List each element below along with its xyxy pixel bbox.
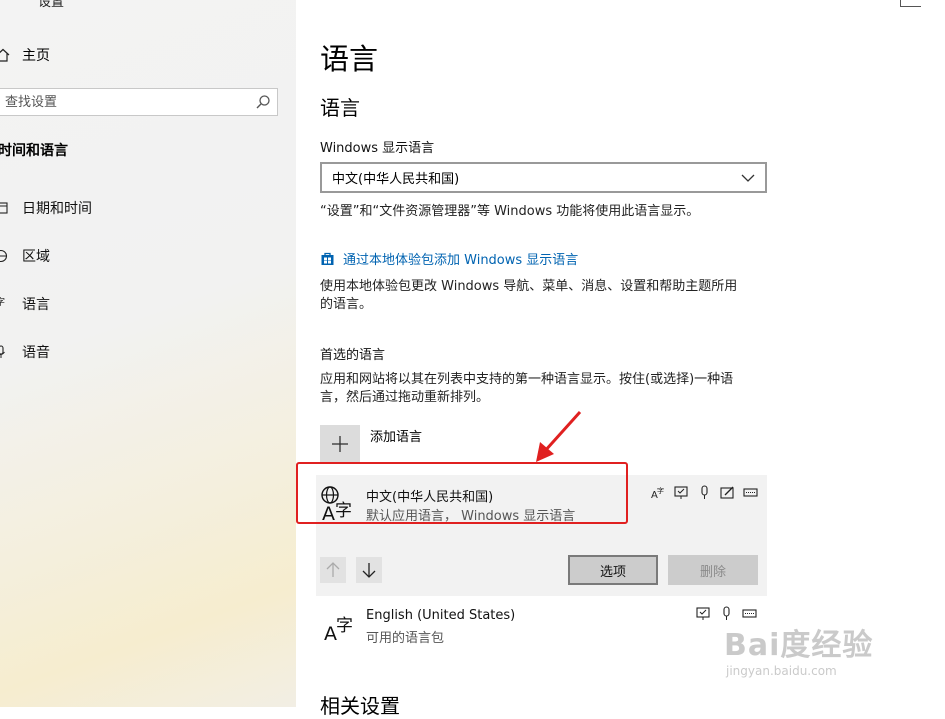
sidebar-item-region[interactable]: 区域 xyxy=(0,246,50,266)
preferred-desc-line-1: 应用和网站将以其在列表中支持的第一种语言显示。按住(或选择)一种语 xyxy=(320,372,734,387)
options-button[interactable]: 选项 xyxy=(568,555,658,585)
preferred-languages-label: 首选的语言 xyxy=(320,348,386,363)
handwriting-icon xyxy=(720,486,734,499)
sidebar-item-label: 主页 xyxy=(22,48,50,64)
arrow-up-icon xyxy=(326,562,340,577)
store-desc-line-1: 使用本地体验包更改 Windows 导航、菜单、消息、设置和帮助主题所用 xyxy=(320,279,738,294)
arrow-down-icon xyxy=(362,563,376,578)
language-detail: 可用的语言包 xyxy=(366,631,445,646)
keyboard-icon xyxy=(742,609,757,618)
store-desc-line-2: 的语言。 xyxy=(320,297,373,312)
search-box[interactable] xyxy=(0,88,278,116)
display-language-feature-icon: A字 xyxy=(651,486,664,500)
display-language-label: Windows 显示语言 xyxy=(320,141,435,156)
add-display-language-link[interactable]: 通过本地体验包添加 Windows 显示语言 xyxy=(320,249,578,268)
globe-icon xyxy=(0,249,8,263)
text-to-speech-icon xyxy=(674,486,688,499)
home-icon xyxy=(0,48,10,62)
section-title: 语言 xyxy=(320,96,360,120)
sidebar-item-label: 日期和时间 xyxy=(22,201,92,217)
main-content: 语言 语言 Windows 显示语言 中文(中华人民共和国) “设置”和“文件资… xyxy=(296,0,945,718)
sidebar-item-date-time[interactable]: 日期和时间 xyxy=(0,198,92,218)
sidebar-item-speech[interactable]: 语音 xyxy=(0,342,50,362)
microphone-icon xyxy=(0,345,5,358)
remove-button[interactable]: 删除 xyxy=(668,555,758,585)
dropdown-value: 中文(中华人民共和国) xyxy=(332,172,460,187)
language-name[interactable]: English (United States) xyxy=(366,608,515,623)
display-language-note: “设置”和“文件资源管理器”等 Windows 功能将使用此语言显示。 xyxy=(320,204,700,219)
svg-text:A: A xyxy=(322,503,335,522)
sidebar-item-label: 语言 xyxy=(22,297,50,313)
link-label: 通过本地体验包添加 Windows 显示语言 xyxy=(343,253,579,268)
annotation-arrow-icon xyxy=(536,410,582,462)
preferred-desc-line-2: 言，然后通过拖动重新排列。 xyxy=(320,390,490,405)
watermark-logo: Bai度经验 xyxy=(724,628,874,663)
keyboard-icon xyxy=(743,488,758,497)
move-up-button[interactable] xyxy=(320,557,346,583)
plus-icon xyxy=(332,436,348,452)
sidebar-item-label: 区域 xyxy=(22,249,50,265)
language-features xyxy=(696,606,757,621)
add-language-label[interactable]: 添加语言 xyxy=(370,426,422,445)
language-features: A字 xyxy=(651,485,758,500)
display-language-dropdown[interactable]: 中文(中华人民共和国) xyxy=(320,162,767,193)
text-to-speech-icon xyxy=(696,607,710,620)
sidebar-item-language[interactable]: 字 语言 xyxy=(0,294,50,314)
sidebar-item-label: 语音 xyxy=(22,345,50,361)
language-glyph-icon: A 字 xyxy=(321,486,352,522)
calendar-clock-icon xyxy=(0,202,8,214)
watermark-url: jingyan.baidu.com xyxy=(726,664,837,678)
sidebar: 设置 主页 时间和语言 日期和时间 区域 字 语言 语音 xyxy=(0,0,296,707)
baidu-watermark: Bai度经验 jingyan.baidu.com xyxy=(724,620,873,678)
chevron-down-icon xyxy=(741,174,755,182)
store-icon xyxy=(321,252,334,265)
language-name: 中文(中华人民共和国) xyxy=(366,490,494,505)
sidebar-section-title: 时间和语言 xyxy=(0,143,68,159)
svg-text:字: 字 xyxy=(336,616,353,636)
speech-recognition-icon xyxy=(701,485,708,499)
svg-text:字: 字 xyxy=(0,297,5,308)
window-title: 设置 xyxy=(38,0,65,10)
language-glyph-icon: A 字 xyxy=(324,616,353,642)
language-detail: 默认应用语言， Windows 显示语言 xyxy=(366,509,576,524)
related-settings-heading: 相关设置 xyxy=(320,694,400,718)
search-input[interactable] xyxy=(0,93,255,111)
svg-text:字: 字 xyxy=(657,486,664,495)
speech-recognition-icon xyxy=(723,606,730,620)
search-icon[interactable] xyxy=(255,94,271,110)
move-down-button[interactable] xyxy=(356,557,382,583)
sidebar-item-home[interactable]: 主页 xyxy=(0,45,50,65)
add-language-button[interactable] xyxy=(320,425,360,463)
language-icon: 字 xyxy=(0,297,5,308)
page-title: 语言 xyxy=(320,42,379,76)
svg-text:字: 字 xyxy=(335,501,352,521)
